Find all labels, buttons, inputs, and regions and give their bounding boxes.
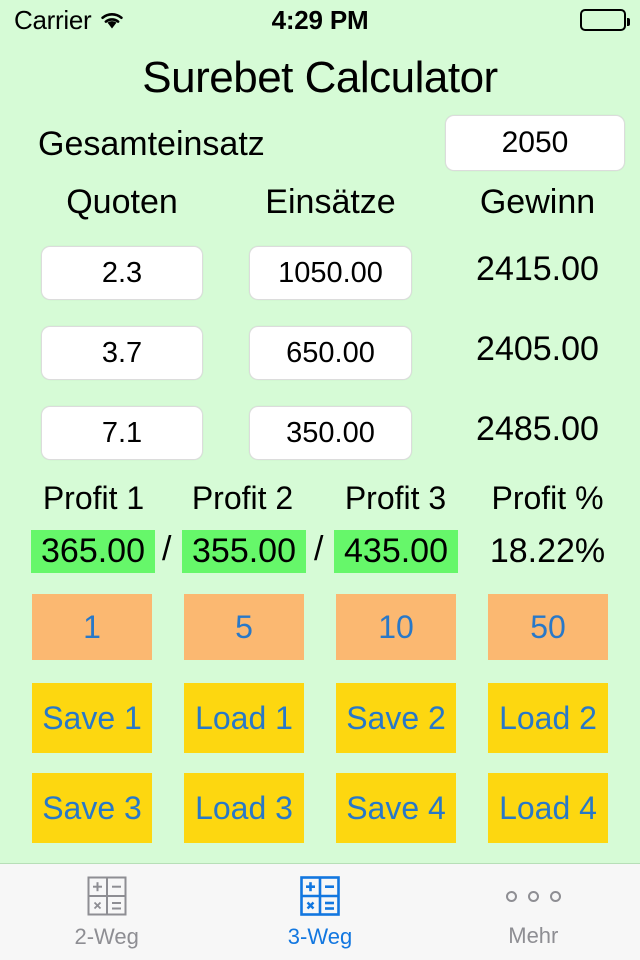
wifi-icon (99, 10, 125, 30)
column-header-odds: Quoten (66, 183, 178, 221)
quick-stake-button-10[interactable]: 10 (336, 594, 456, 660)
total-stake-label: Gesamteinsatz (38, 125, 265, 163)
calculator-icon (298, 874, 342, 918)
profit-value-2: 355.00 (182, 530, 306, 573)
odds-input-1[interactable] (41, 246, 203, 300)
profit-header-1: Profit 1 (42, 480, 145, 516)
odds-input-3[interactable] (41, 406, 203, 460)
bet-row: 2415.00 (0, 246, 640, 300)
tab-2-weg[interactable]: 2-Weg (0, 864, 213, 960)
load-button-4[interactable]: Load 4 (488, 773, 608, 843)
winning-value-1: 2415.00 (476, 250, 599, 288)
winning-value-3: 2485.00 (476, 410, 599, 448)
tab-mehr[interactable]: Mehr (427, 864, 640, 960)
column-header-winnings: Gewinn (479, 183, 596, 221)
total-stake-input[interactable] (445, 115, 625, 171)
load-button-1[interactable]: Load 1 (184, 683, 304, 753)
status-bar-left: Carrier (14, 5, 272, 36)
bet-row: 2405.00 (0, 326, 640, 380)
carrier-label: Carrier (14, 4, 92, 35)
status-bar-clock: 4:29 PM (271, 4, 369, 35)
status-bar: Carrier 4:29 PM (0, 0, 640, 40)
tab-bar: 2-Weg 3-Weg Mehr (0, 863, 640, 960)
quick-stake-button-5[interactable]: 5 (184, 594, 304, 660)
tab-label-mehr: Mehr (508, 923, 559, 948)
save-button-1[interactable]: Save 1 (32, 683, 152, 753)
ellipsis-icon (505, 875, 561, 917)
status-bar-right (368, 9, 630, 31)
column-header-stakes: Einsätze (265, 183, 396, 221)
profit-percent-value: 18.22% (489, 532, 606, 570)
stake-input-3[interactable] (249, 406, 412, 460)
stake-input-1[interactable] (249, 246, 412, 300)
tab-3-weg[interactable]: 3-Weg (213, 864, 426, 960)
battery-full-icon (580, 9, 630, 31)
app-screen: Carrier 4:29 PM Surebet Calculator Gesam… (0, 0, 640, 960)
profit-header-3: Profit 3 (344, 480, 447, 516)
tab-label-2-weg: 2-Weg (74, 924, 139, 949)
winning-value-2: 2405.00 (476, 330, 599, 368)
tab-label-3-weg: 3-Weg (287, 924, 353, 949)
profit-headers: Profit 1 Profit 2 Profit 3 Profit % (0, 480, 640, 520)
quick-stake-button-1[interactable]: 1 (32, 594, 152, 660)
profit-header-percent: Profit % (491, 480, 604, 516)
calculator-icon (85, 874, 129, 918)
load-button-3[interactable]: Load 3 (184, 773, 304, 843)
bet-row: 2485.00 (0, 406, 640, 460)
save-button-2[interactable]: Save 2 (336, 683, 456, 753)
column-headers: Quoten Einsätze Gewinn (0, 183, 640, 225)
odds-input-2[interactable] (41, 326, 203, 380)
profit-separator: / (314, 530, 324, 568)
profit-values: 365.00 / 355.00 / 435.00 18.22% (0, 530, 640, 574)
save-button-4[interactable]: Save 4 (336, 773, 456, 843)
profit-value-3: 435.00 (334, 530, 458, 573)
quick-stake-button-50[interactable]: 50 (488, 594, 608, 660)
profit-separator: / (162, 530, 172, 568)
profit-header-2: Profit 2 (191, 480, 294, 516)
stake-input-2[interactable] (249, 326, 412, 380)
page-title: Surebet Calculator (142, 53, 498, 102)
profit-value-1: 365.00 (31, 530, 155, 573)
load-button-2[interactable]: Load 2 (488, 683, 608, 753)
total-stake-row: Gesamteinsatz (0, 115, 640, 171)
save-button-3[interactable]: Save 3 (32, 773, 152, 843)
